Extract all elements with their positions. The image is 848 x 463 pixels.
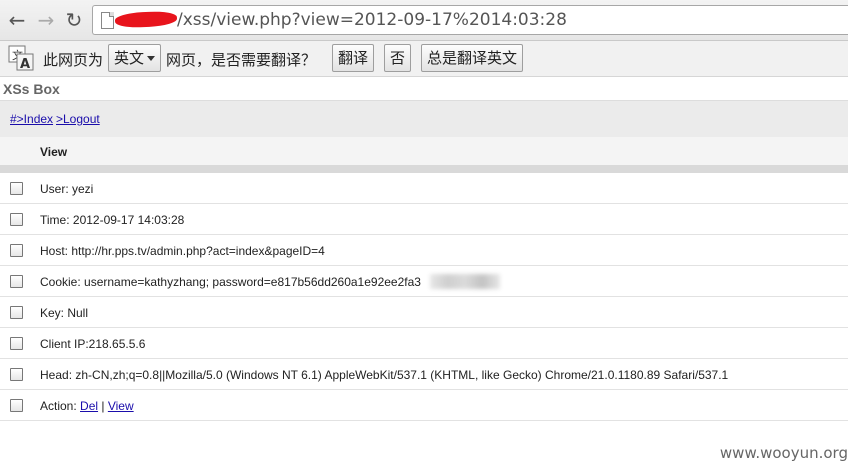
row-text: User: yezi [40, 182, 94, 196]
translate-button[interactable]: 翻译 [332, 44, 374, 72]
delete-link[interactable]: Del [80, 399, 98, 413]
translate-prompt-prefix: 此网页为 [43, 51, 104, 69]
page-icon [101, 12, 114, 29]
row-checkbox[interactable] [10, 213, 23, 226]
table-row: Time: 2012-09-17 14:03:28 [0, 204, 848, 235]
reload-icon[interactable]: ↻ [63, 9, 85, 31]
view-header: View [40, 145, 68, 159]
translate-prompt-suffix: 网页，是否需要翻译？ [166, 51, 317, 69]
action-cell: Action: Del | View [40, 399, 134, 413]
translate-infobar: 文 A 此网页为 英文 网页，是否需要翻译？ 翻译 否 总是翻译英文 [0, 41, 848, 77]
row-text: Cookie: username=kathyzhang; password=e8… [40, 275, 421, 289]
redaction-mark [114, 10, 178, 29]
table-row: Head: zh-CN,zh;q=0.8||Mozilla/5.0 (Windo… [0, 359, 848, 390]
table-row: Key: Null [0, 297, 848, 328]
row-checkbox[interactable] [10, 244, 23, 257]
row-checkbox[interactable] [10, 275, 23, 288]
view-link[interactable]: View [108, 399, 134, 413]
language-label: 英文 [113, 49, 144, 67]
row-checkbox[interactable] [10, 337, 23, 350]
table-row: User: yezi [0, 173, 848, 204]
table-row: Client IP:218.65.5.6 [0, 328, 848, 359]
forward-icon[interactable]: → [35, 9, 57, 31]
row-text: Time: 2012-09-17 14:03:28 [40, 213, 185, 227]
table-row: Host: http://hr.pps.tv/admin.php?act=ind… [0, 235, 848, 266]
nav-index-link[interactable]: #>Index [10, 112, 53, 126]
row-text: Key: Null [40, 306, 89, 320]
row-checkbox[interactable] [10, 182, 23, 195]
divider [0, 165, 848, 173]
blurred-redaction [430, 274, 500, 289]
table-row: Action: Del | View [0, 390, 848, 421]
nav-bar: #>Index >Logout [0, 100, 848, 138]
row-checkbox[interactable] [10, 306, 23, 319]
action-label: Action: [40, 399, 81, 413]
back-icon[interactable]: ← [6, 9, 28, 31]
row-text: Head: zh-CN,zh;q=0.8||Mozilla/5.0 (Windo… [40, 368, 729, 382]
row-text: Client IP:218.65.5.6 [40, 337, 146, 351]
row-checkbox[interactable] [10, 399, 23, 412]
language-select[interactable]: 英文 [108, 44, 161, 72]
always-translate-button[interactable]: 总是翻译英文 [421, 44, 523, 72]
translate-icon: 文 A [8, 45, 34, 71]
url-text: /xss/view.php?view=2012-09-17%2014:03:28 [177, 10, 567, 30]
table-header: View [0, 137, 848, 165]
row-checkbox[interactable] [10, 368, 23, 381]
address-bar[interactable]: /xss/view.php?view=2012-09-17%2014:03:28 [92, 5, 848, 35]
page-title: XSs Box [3, 81, 60, 97]
nav-logout-link[interactable]: >Logout [56, 112, 100, 126]
watermark: www.wooyun.org [719, 444, 848, 462]
action-separator: | [98, 399, 108, 413]
no-translate-button[interactable]: 否 [384, 44, 411, 72]
page-header: XSs Box [0, 77, 848, 99]
table-row: Cookie: username=kathyzhang; password=e8… [0, 266, 848, 297]
chevron-down-icon [147, 56, 155, 61]
row-text: Host: http://hr.pps.tv/admin.php?act=ind… [40, 244, 325, 258]
svg-text:A: A [20, 57, 30, 71]
browser-toolbar: ← → ↻ /xss/view.php?view=2012-09-17%2014… [0, 0, 848, 41]
